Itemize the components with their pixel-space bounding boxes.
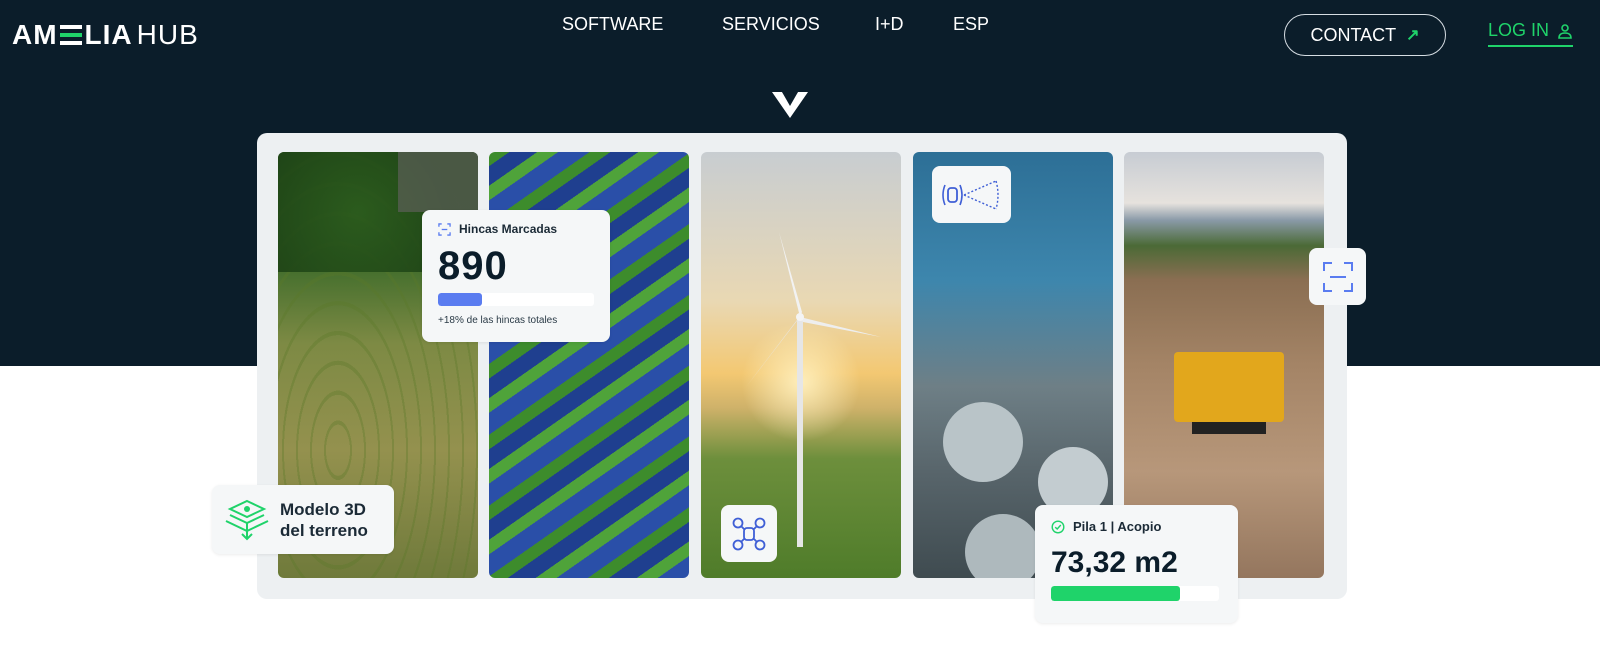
pila-acopio-card: Pila 1 | Acopio 73,32 m2 bbox=[1035, 505, 1238, 623]
hincas-card-title-row: Hincas Marcadas bbox=[438, 222, 594, 236]
nav-software[interactable]: SOFTWARE bbox=[562, 14, 663, 35]
logo-text-hub: HUB bbox=[136, 19, 199, 50]
login-link[interactable]: LOG IN bbox=[1488, 20, 1574, 47]
fullscreen-scan-tile[interactable] bbox=[1309, 248, 1366, 305]
nav-id[interactable]: I+D bbox=[875, 14, 904, 35]
hincas-progress-fill bbox=[438, 293, 482, 306]
logo-text-am: AM bbox=[12, 19, 58, 50]
amelia-hub-logo[interactable]: AM LIA HUB bbox=[12, 19, 199, 50]
nav-language-esp[interactable]: ESP bbox=[953, 14, 989, 35]
pila-value: 73,32 m2 bbox=[1051, 546, 1178, 579]
terrain-layers-icon bbox=[225, 499, 269, 540]
pila-card-title-row: Pila 1 | Acopio bbox=[1051, 519, 1222, 534]
login-label: LOG IN bbox=[1488, 20, 1550, 40]
pila-title: Pila 1 | Acopio bbox=[1073, 519, 1162, 534]
hincas-value: 890 bbox=[438, 244, 508, 288]
sensor-icon bbox=[941, 179, 999, 210]
contact-label: CONTACT bbox=[1310, 24, 1397, 45]
hincas-marcadas-card: Hincas Marcadas 890 +18% de las hincas t… bbox=[422, 210, 610, 342]
modelo-line2: del terreno bbox=[280, 520, 368, 540]
check-circle-icon bbox=[1051, 519, 1065, 534]
contact-button[interactable]: CONTACT ↗ bbox=[1284, 14, 1446, 56]
scroll-down-chevron-icon[interactable] bbox=[772, 92, 808, 118]
logo-e-mark bbox=[59, 24, 82, 46]
user-icon bbox=[1558, 23, 1572, 39]
modelo-line1: Modelo 3D bbox=[280, 499, 366, 519]
scan-frame-icon bbox=[438, 222, 451, 236]
modelo-label: Modelo 3D del terreno bbox=[280, 499, 368, 541]
hincas-title: Hincas Marcadas bbox=[459, 222, 558, 236]
pila-progress-bar bbox=[1051, 586, 1219, 601]
scan-frame-icon bbox=[1322, 261, 1353, 292]
hincas-progress-bar bbox=[438, 293, 594, 306]
hincas-subtitle: +18% de las hincas totales bbox=[438, 315, 558, 326]
sensor-tile[interactable] bbox=[932, 166, 1011, 223]
drone-icon bbox=[732, 517, 766, 550]
modelo-3d-card: Modelo 3D del terreno bbox=[212, 485, 394, 554]
drone-tile[interactable] bbox=[721, 505, 777, 562]
arrow-up-right-icon: ↗ bbox=[1406, 27, 1420, 44]
nav-servicios[interactable]: SERVICIOS bbox=[722, 14, 820, 35]
pila-progress-fill bbox=[1051, 586, 1181, 601]
logo-text-lia: LIA bbox=[84, 19, 133, 50]
